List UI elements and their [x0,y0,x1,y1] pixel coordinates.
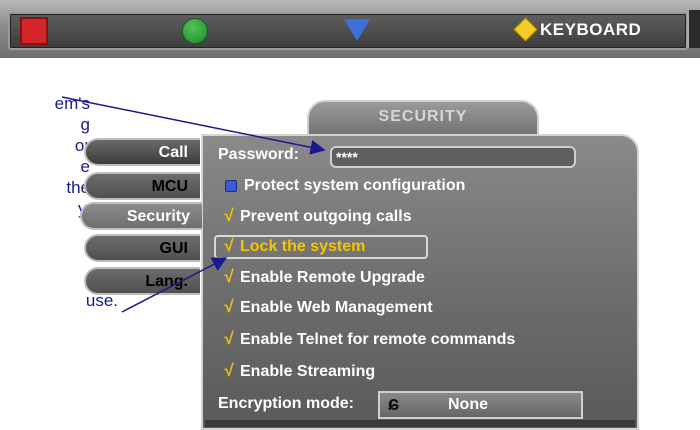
annotation-arrows [61,96,326,313]
arrow-to-lock [121,257,228,313]
arrow-to-password [61,96,326,155]
